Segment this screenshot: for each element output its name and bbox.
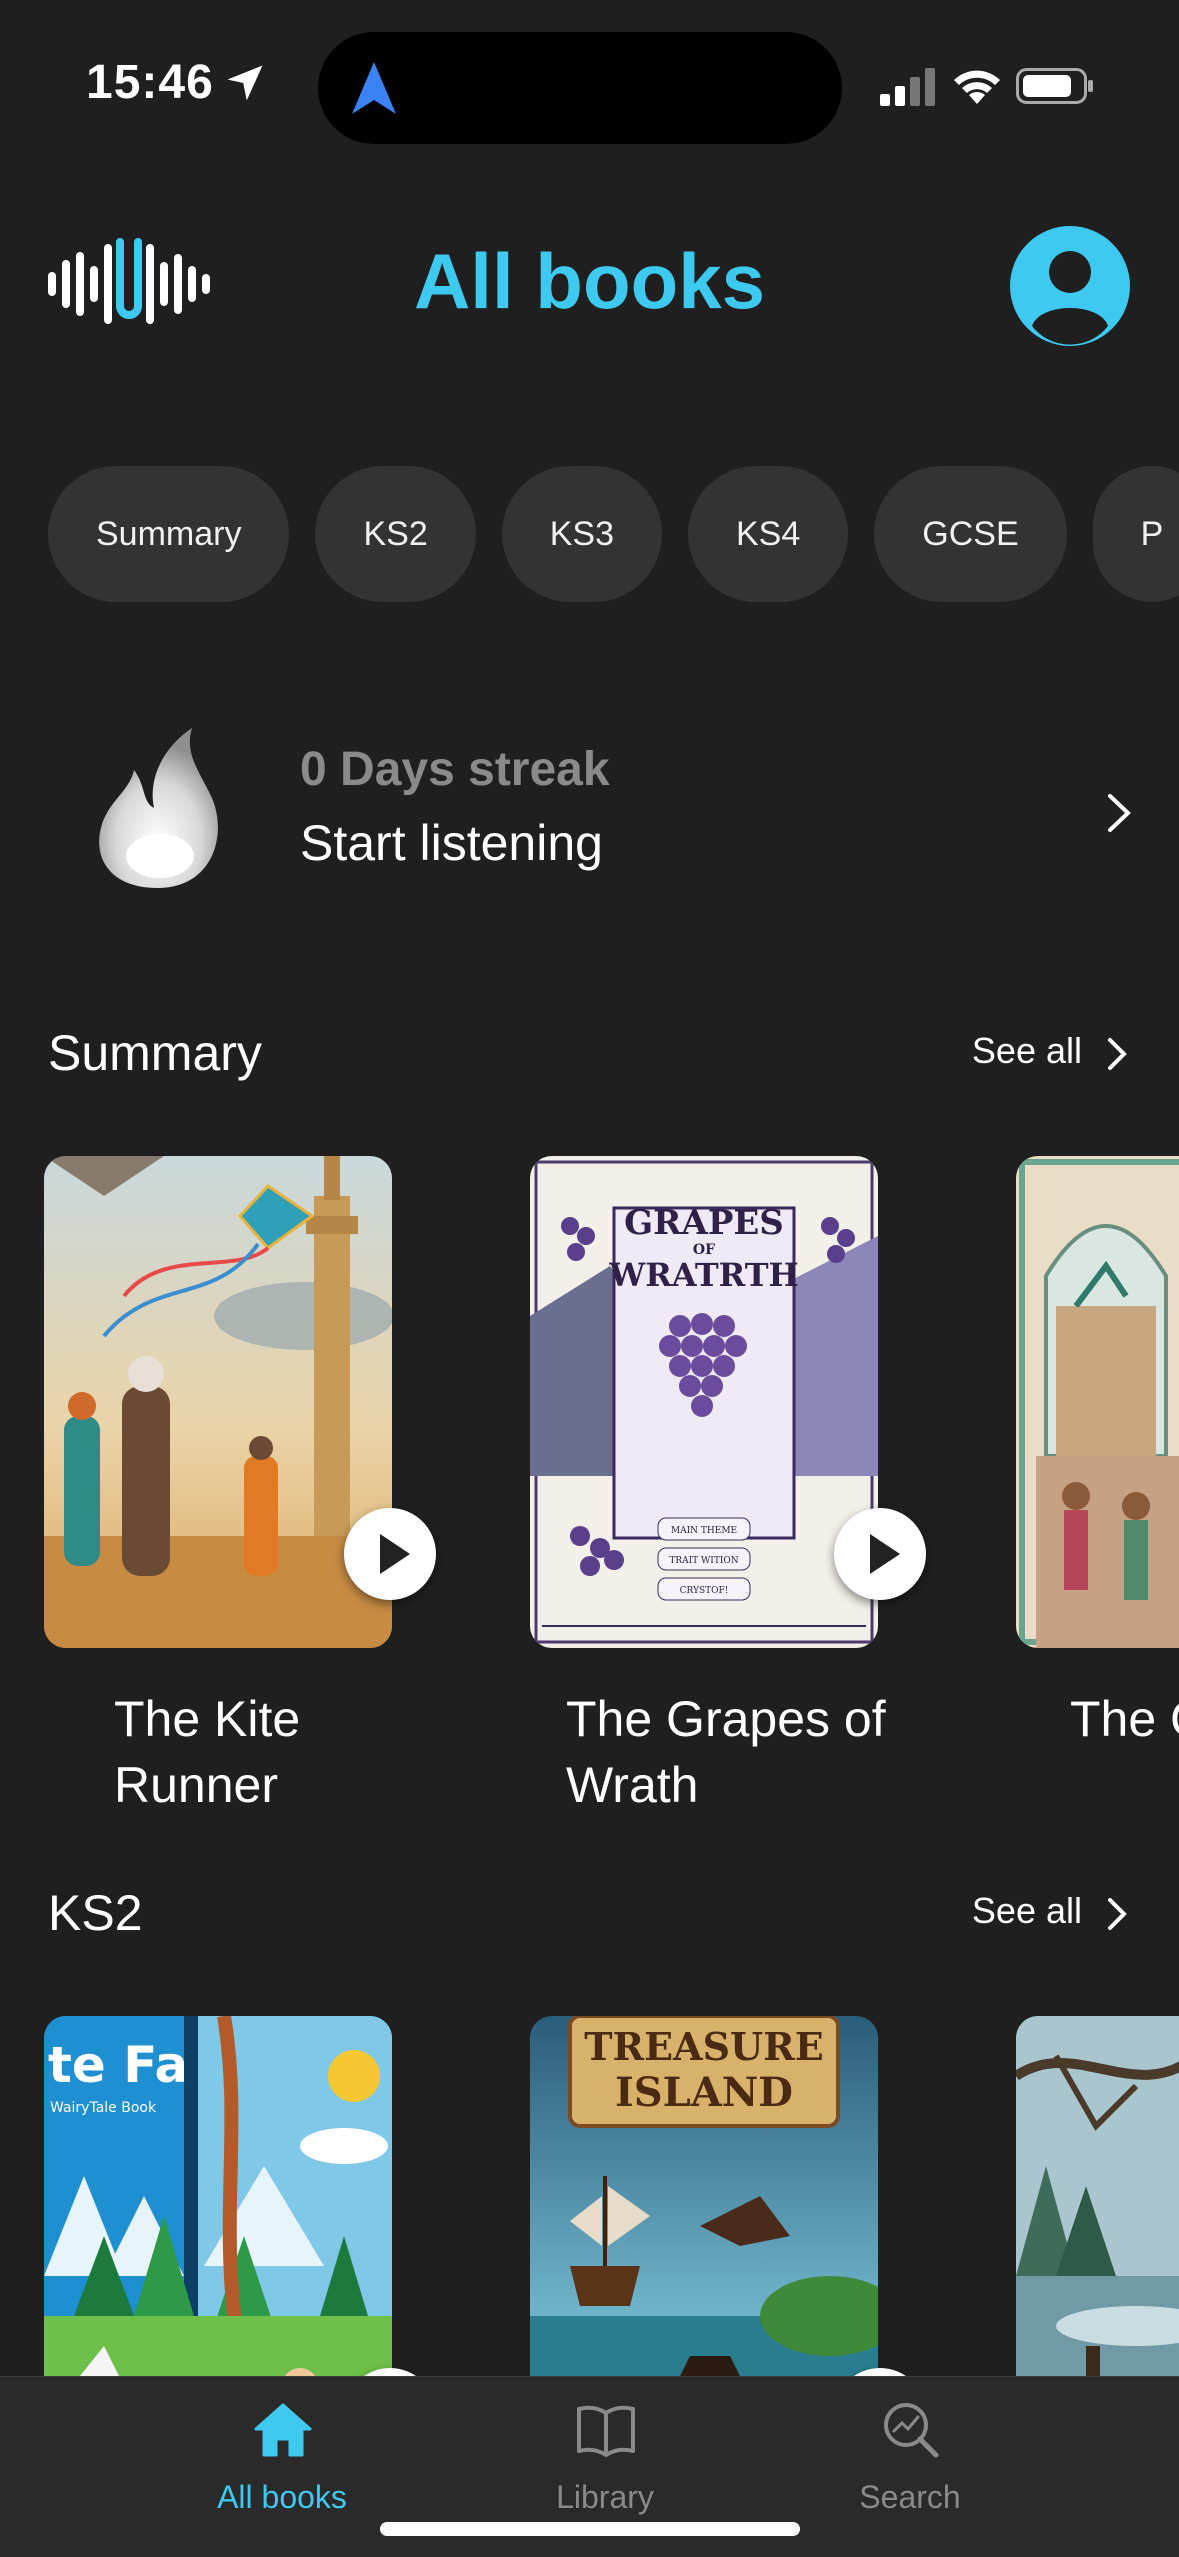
tab-label: All books xyxy=(217,2479,347,2515)
book-title: The C Mena xyxy=(1070,1691,1179,1747)
flame-icon xyxy=(99,728,218,888)
book-cover-kite-runner[interactable] xyxy=(44,1156,392,1648)
cover-text: MAIN THEME xyxy=(671,1526,737,1536)
book-cover-white-fang[interactable]: te Fang WairyTale Book xyxy=(44,2016,392,2376)
tab-library[interactable]: Library xyxy=(495,2377,715,2527)
see-all-button[interactable]: See all xyxy=(972,1030,1138,1072)
ks2-book-row: te Fang WairyTale Book TREASURE ISLAND xyxy=(0,2016,1179,2376)
wifi-icon xyxy=(954,70,1000,104)
cover-text: TRAIT WITION xyxy=(669,1556,738,1566)
home-icon xyxy=(254,2403,312,2457)
start-listening-label: Start listening xyxy=(300,815,603,871)
play-button[interactable] xyxy=(834,1508,926,1600)
section-header-ks2: KS2 See all xyxy=(48,1884,1138,1964)
chevron-right-icon xyxy=(1108,794,1131,832)
chevron-right-icon xyxy=(1108,1898,1127,1930)
summary-book-row: The Kite Runner GRAPES OF WRATRTH MAIN T… xyxy=(0,1156,1179,1816)
section-title: KS2 xyxy=(48,1885,143,1941)
search-icon xyxy=(884,2403,939,2458)
book-cover-treasure-island[interactable]: TREASURE ISLAND xyxy=(530,2016,878,2376)
cover-text: TREASURE xyxy=(584,2024,823,2069)
tab-label: Library xyxy=(556,2479,654,2515)
navigation-arrow-icon xyxy=(352,62,396,114)
book-icon xyxy=(577,2405,635,2457)
tab-label: Search xyxy=(859,2479,961,2515)
section-header-summary: Summary See all xyxy=(48,1024,1138,1104)
book-cover-third[interactable] xyxy=(1016,1156,1179,1648)
cellular-signal-icon xyxy=(880,68,935,106)
chip-ks2[interactable]: KS2 xyxy=(315,466,476,602)
cover-text: CRYSTOF! xyxy=(680,1586,729,1596)
section-title: Summary xyxy=(48,1025,262,1081)
chip-ks4[interactable]: KS4 xyxy=(688,466,849,602)
chevron-right-icon xyxy=(1108,1038,1127,1070)
streak-count: 0 Days streak xyxy=(300,743,610,796)
location-arrow-icon xyxy=(227,65,263,101)
cover-text: ISLAND xyxy=(615,2069,793,2116)
streak-card[interactable]: 0 Days streak Start listening xyxy=(48,700,1148,920)
battery-icon xyxy=(1016,68,1093,104)
chip-gcse[interactable]: GCSE xyxy=(874,466,1067,602)
chip-p[interactable]: P xyxy=(1092,466,1179,602)
tab-all-books[interactable]: All books xyxy=(172,2377,392,2527)
book-title: The Grapes of Wrath xyxy=(566,1691,886,1813)
cover-text: WairyTale Book xyxy=(50,2100,157,2116)
book-title: The Kite Runner xyxy=(114,1691,301,1813)
book-cover-grapes-of-wrath[interactable]: GRAPES OF WRATRTH MAIN THEME TRAIT WITIO… xyxy=(530,1156,878,1648)
status-time: 15:46 xyxy=(86,56,214,109)
page-title: All books xyxy=(413,237,766,325)
cover-text: WRATRTH xyxy=(608,1256,799,1294)
play-button[interactable] xyxy=(344,1508,436,1600)
chip-summary[interactable]: Summary xyxy=(48,466,290,602)
status-bar: 15:46 xyxy=(0,0,1179,170)
home-indicator xyxy=(380,2522,800,2536)
user-avatar-icon xyxy=(1032,251,1108,345)
category-chips: Summary KS2 KS3 KS4 GCSE P xyxy=(48,466,1179,602)
tab-search[interactable]: Search xyxy=(800,2377,1020,2527)
cover-text: GRAPES xyxy=(624,1203,784,1243)
dynamic-island xyxy=(318,32,842,144)
profile-button[interactable] xyxy=(1010,226,1130,346)
see-all-label: See all xyxy=(971,1890,1082,1931)
see-all-label: See all xyxy=(971,1030,1082,1071)
book-cover-ks2-third[interactable] xyxy=(1016,2016,1179,2376)
chip-ks3[interactable]: KS3 xyxy=(501,466,662,602)
see-all-button[interactable]: See all xyxy=(972,1890,1138,1932)
